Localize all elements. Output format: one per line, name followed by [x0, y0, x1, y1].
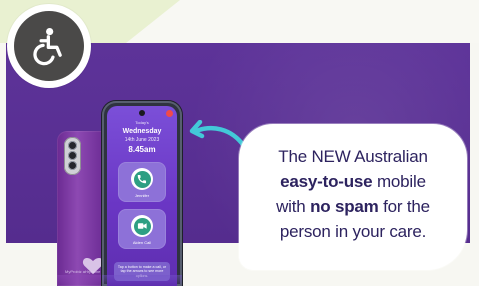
contact-card-1[interactable]: Jennifer — [118, 162, 166, 202]
camera-lens-icon — [68, 141, 77, 150]
phone-icon — [133, 170, 151, 188]
accessibility-badge[interactable] — [7, 4, 91, 88]
screen-day: Wednesday — [122, 128, 162, 135]
contact-card-2[interactable]: Aiden Call — [118, 209, 166, 249]
camera-lens-icon — [68, 161, 77, 170]
message-line-3: with no spam for the — [251, 194, 455, 219]
wheelchair-icon — [33, 27, 62, 66]
message-line-4: person in your care. — [279, 222, 427, 241]
message-bubble: The NEW Australian easy-to-use mobile wi… — [239, 124, 467, 270]
message-line-3-start: with — [276, 197, 311, 216]
camera-lens-icon — [68, 151, 77, 160]
message-bold-no-spam: no spam — [310, 197, 379, 216]
phone-front-reflection — [102, 275, 182, 286]
video-icon — [133, 217, 151, 235]
message-bold-easy-to-use: easy-to-use — [280, 172, 373, 191]
video-glyph-icon — [137, 223, 147, 229]
screen-date: 14th June 2023 — [124, 137, 160, 143]
phone-back-brand-text: MyProbiz aHrphone — [65, 269, 101, 274]
screen-time: 8.45am — [128, 145, 156, 154]
camera-module — [64, 137, 81, 175]
accessibility-badge-inner — [14, 11, 84, 81]
message-line-2-rest: mobile — [372, 172, 426, 191]
message-line-2: easy-to-use mobile — [251, 169, 455, 194]
message-line-1: The NEW Australian — [278, 147, 428, 166]
message-line-3-end: for the — [378, 197, 430, 216]
front-camera-icon — [139, 110, 145, 116]
notification-dot — [166, 110, 173, 117]
screen-header: Today's — [135, 120, 149, 125]
promo-message: The NEW Australian easy-to-use mobile wi… — [251, 144, 455, 244]
phone-front-device: Today's Wednesday 14th June 2023 8.45am … — [102, 101, 182, 286]
contact-label-1: Jennifer — [134, 193, 150, 198]
phone-glyph-icon — [137, 174, 147, 184]
call-icon-wrapper — [131, 168, 153, 190]
video-icon-wrapper — [131, 215, 153, 237]
phone-screen: Today's Wednesday 14th June 2023 8.45am … — [107, 106, 177, 286]
